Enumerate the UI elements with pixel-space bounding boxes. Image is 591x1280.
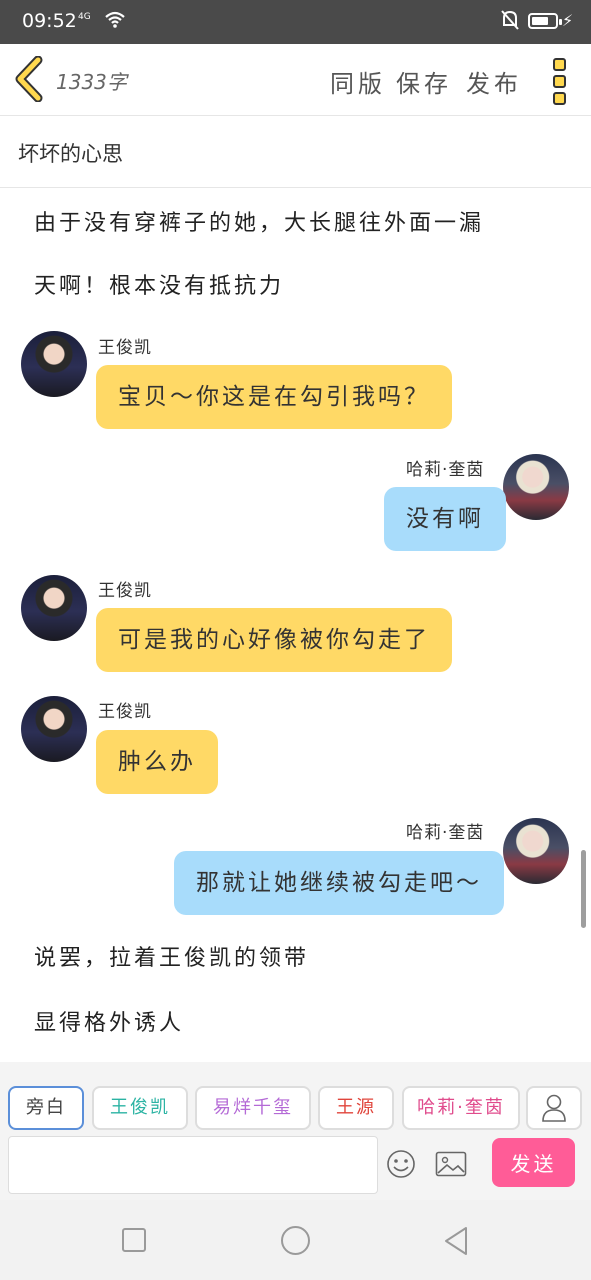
chat-bubble: 没有啊 bbox=[384, 487, 506, 551]
publish-button[interactable]: 发布 bbox=[466, 64, 522, 99]
more-menu-icon[interactable] bbox=[548, 56, 570, 105]
back-arrow-icon[interactable] bbox=[10, 56, 50, 102]
save-button[interactable]: 保存 bbox=[396, 64, 452, 99]
avatar bbox=[21, 696, 87, 762]
chat-bubble: 可是我的心好像被你勾走了 bbox=[96, 608, 452, 672]
message-input[interactable] bbox=[8, 1136, 378, 1194]
role-chip-harley-quinn[interactable]: 哈莉·奎茵 bbox=[402, 1086, 520, 1130]
chat-bubble: 宝贝～你这是在勾引我吗？ bbox=[96, 365, 452, 429]
story-title-bar: 坏坏的心思 bbox=[0, 116, 591, 188]
avatar bbox=[503, 818, 569, 884]
speaker-name: 哈莉·奎茵 bbox=[406, 460, 485, 480]
top-bar: 1333字 同版 保存 发布 bbox=[0, 44, 591, 116]
system-nav-bar bbox=[0, 1200, 591, 1280]
narration-text: 显得格外诱人 bbox=[34, 1011, 185, 1036]
speaker-name: 王俊凯 bbox=[98, 702, 152, 722]
chat-bubble: 那就让她继续被勾走吧～ bbox=[174, 851, 504, 915]
word-count: 1333字 bbox=[56, 70, 127, 94]
speaker-name: 王俊凯 bbox=[98, 338, 152, 358]
composer: 旁白 王俊凯 易烊千玺 王源 哈莉·奎茵 发送 bbox=[0, 1062, 591, 1200]
signal-icon: 4G bbox=[78, 12, 91, 22]
story-title[interactable]: 坏坏的心思 bbox=[18, 138, 123, 168]
narration-text: 天啊！根本没有抵抗力 bbox=[34, 274, 285, 299]
avatar bbox=[503, 454, 569, 520]
battery-icon bbox=[528, 13, 562, 29]
scrollbar[interactable] bbox=[581, 850, 586, 928]
add-role-button[interactable] bbox=[526, 1086, 582, 1130]
status-time: 09:52 bbox=[22, 10, 77, 32]
status-bar: 09:52 4G ⚡ bbox=[0, 0, 591, 44]
avatar bbox=[21, 575, 87, 641]
narration-text: 说罢，拉着王俊凯的领带 bbox=[34, 946, 310, 971]
image-icon[interactable] bbox=[435, 1151, 467, 1177]
narration-text: 由于没有穿裤子的她，大长腿往外面一漏 bbox=[34, 211, 485, 236]
speaker-name: 哈莉·奎茵 bbox=[406, 823, 485, 843]
role-chip-wang-junkai[interactable]: 王俊凯 bbox=[92, 1086, 188, 1130]
role-chip-narrator[interactable]: 旁白 bbox=[8, 1086, 84, 1130]
role-chip-wang-yuan[interactable]: 王源 bbox=[318, 1086, 394, 1130]
wifi-icon bbox=[105, 11, 125, 28]
avatar bbox=[21, 331, 87, 397]
send-button[interactable]: 发送 bbox=[492, 1138, 575, 1187]
charging-icon: ⚡ bbox=[562, 11, 574, 30]
mute-icon bbox=[501, 10, 519, 30]
person-icon bbox=[542, 1094, 566, 1122]
nav-back-icon[interactable] bbox=[441, 1225, 471, 1257]
speaker-name: 王俊凯 bbox=[98, 581, 152, 601]
same-version-button[interactable]: 同版 bbox=[330, 64, 386, 99]
emoji-icon[interactable] bbox=[386, 1149, 416, 1179]
recent-apps-icon[interactable] bbox=[122, 1228, 146, 1252]
role-chip-yi-yangqianxi[interactable]: 易烊千玺 bbox=[195, 1086, 311, 1130]
chat-bubble: 肿么办 bbox=[96, 730, 218, 794]
home-icon[interactable] bbox=[281, 1226, 310, 1255]
